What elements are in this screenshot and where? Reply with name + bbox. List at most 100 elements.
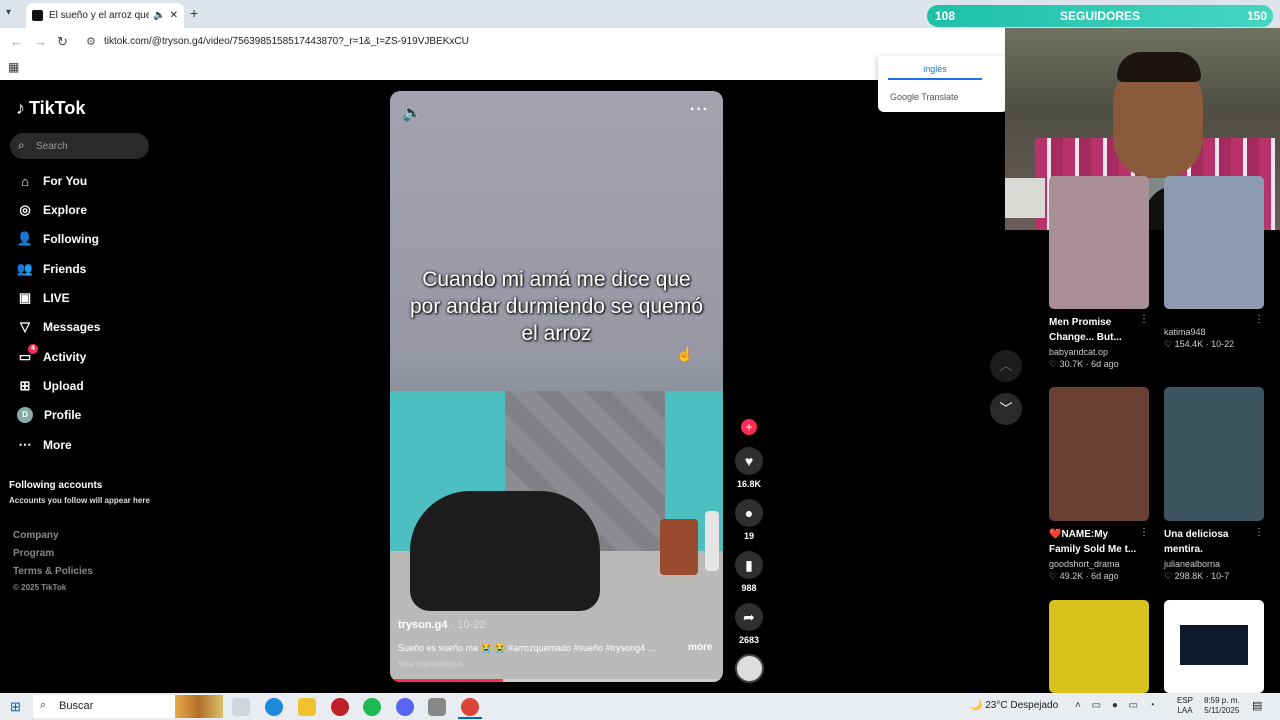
home-icon: ⌂ — [21, 173, 29, 189]
tiktok-note-icon: ♪ — [16, 98, 25, 118]
related-video-card[interactable]: ⋮ Men Promise Change... But... babyandca… — [1049, 176, 1153, 370]
sidebar-item-friends[interactable]: 👥 Friends — [16, 258, 156, 280]
browser-tab[interactable]: El sueño y el arroz quemado 🔈 ✕ — [26, 3, 184, 28]
previous-video-button[interactable]: ︿ — [990, 350, 1022, 382]
chrome-icon[interactable] — [461, 698, 479, 716]
footer-link-company[interactable]: Company — [13, 530, 59, 541]
save-button[interactable]: ▮ 988 — [735, 551, 763, 593]
spotify-icon[interactable] — [363, 698, 381, 716]
related-thumbnail[interactable] — [1164, 600, 1264, 693]
next-video-button[interactable]: ﹀ — [990, 393, 1022, 425]
new-tab-button[interactable]: + — [190, 5, 198, 21]
card-more-icon[interactable]: ⋮ — [1254, 314, 1264, 325]
tiktok-logo[interactable]: ♪ TikTok — [16, 98, 85, 119]
search-input[interactable] — [36, 137, 146, 155]
comment-button[interactable]: ● 19 — [735, 499, 763, 541]
sidebar-item-live[interactable]: ▣ LIVE — [16, 287, 156, 309]
site-info-icon[interactable]: ⚙ — [86, 35, 96, 48]
apps-grid-icon[interactable]: ▦ — [8, 60, 19, 74]
app-icon[interactable] — [428, 698, 446, 716]
related-video-card[interactable]: ⋮ ❤️NAME:My Family Sold Me t... goodshor… — [1049, 387, 1153, 582]
sidebar-item-messages[interactable]: ▽ Messages — [16, 316, 156, 338]
related-video-card[interactable]: ⋮ katima948 ♡ 154.4K · 10-22 — [1164, 176, 1268, 350]
messages-icon: ▽ — [20, 319, 30, 334]
video-caption: Cuando mi amá me dice que por andar durm… — [410, 268, 704, 345]
system-tray-icons[interactable]: ˄ ▭ ● ▭ ◔ — [1075, 700, 1159, 711]
related-thumbnail[interactable] — [1049, 600, 1149, 693]
footer-link-terms[interactable]: Terms & Policies — [13, 566, 93, 577]
related-thumbnail[interactable] — [1049, 387, 1149, 521]
friends-icon: 👥 — [16, 261, 34, 276]
search-box[interactable]: ⌕ — [10, 133, 149, 159]
like-button[interactable]: ♥ 16.8K — [735, 447, 763, 489]
sidebar-item-label: Following — [43, 232, 99, 246]
sidebar-item-label: Upload — [43, 379, 84, 393]
tab-search-icon[interactable]: ▾ — [6, 7, 11, 18]
related-thumbnail[interactable] — [1164, 176, 1264, 309]
task-view-icon[interactable] — [232, 698, 250, 716]
share-button[interactable]: ➦ 2683 — [735, 603, 763, 645]
sidebar-item-activity[interactable]: ▭ 4 Activity — [16, 344, 156, 368]
video-author[interactable]: tryson.g4 · 10-22 — [398, 619, 485, 631]
related-author[interactable]: julianealborna — [1164, 559, 1268, 569]
related-video-card[interactable] — [1164, 600, 1268, 693]
search-highlight-image — [175, 695, 223, 718]
sidebar-item-profile[interactable]: D Profile — [16, 404, 156, 426]
footer-link-program[interactable]: Program — [13, 548, 54, 559]
forward-icon[interactable]: → — [34, 34, 47, 49]
sidebar-item-explore[interactable]: ◎ Explore — [16, 199, 156, 221]
follower-goal-count: 150 — [1246, 9, 1267, 23]
video-progress-bar[interactable] — [390, 679, 723, 682]
author-name[interactable]: tryson.g4 — [398, 619, 448, 631]
back-icon[interactable]: ← — [10, 34, 23, 49]
reload-icon[interactable]: ↻ — [57, 34, 68, 50]
taskbar-search[interactable]: ⌕ Buscar — [33, 695, 223, 718]
upload-icon: ⊞ — [19, 378, 31, 393]
related-author[interactable]: babyandcat.op — [1049, 347, 1153, 357]
card-more-icon[interactable]: ⋮ — [1254, 527, 1264, 538]
see-translation-link[interactable]: See translation — [398, 659, 463, 669]
video-description: Sueño es sueño ma 😭 😭 #arrozquemado #sue… — [398, 643, 656, 653]
notifications-icon[interactable]: ▤ — [1252, 699, 1262, 712]
related-video-card[interactable]: ⋮ Una deliciosa mentira. julianealborna … — [1164, 387, 1268, 582]
sidebar-item-following[interactable]: 👤 Following — [16, 228, 156, 250]
taskbar-clock[interactable]: 8:59 p. m. 5/11/2025 — [1204, 696, 1240, 716]
edge-icon[interactable] — [265, 698, 283, 716]
card-more-icon[interactable]: ⋮ — [1139, 314, 1149, 325]
speaker-icon[interactable]: 🔈 — [153, 10, 165, 21]
description-more-button[interactable]: more — [688, 642, 712, 653]
related-title: Una deliciosa mentira. — [1164, 529, 1229, 555]
sidebar-item-label: Profile — [44, 408, 82, 422]
volume-icon[interactable]: 🔈 — [402, 103, 422, 123]
url-text[interactable]: tiktok.com/@tryson.g4/video/756398515851… — [104, 36, 469, 47]
follow-plus-button[interactable]: + — [741, 419, 757, 435]
language-indicator[interactable]: ESP LAA — [1177, 696, 1193, 716]
weather-widget[interactable]: 🌙 23°C Despejado — [970, 700, 1058, 711]
related-thumbnail[interactable] — [1049, 176, 1149, 309]
related-meta: ♡ 298.8K · 10-7 — [1164, 571, 1230, 581]
related-author[interactable]: katima948 — [1164, 327, 1268, 337]
sidebar-item-more[interactable]: ⋯ More — [16, 434, 156, 456]
translate-language-tab[interactable]: inglés — [888, 64, 982, 80]
activity-badge: 4 — [28, 344, 38, 354]
video-player[interactable]: Cuando mi amá me dice que por andar durm… — [390, 91, 723, 682]
music-disc-icon[interactable] — [735, 654, 764, 683]
card-more-icon[interactable]: ⋮ — [1139, 527, 1149, 538]
compass-icon: ◎ — [19, 202, 31, 217]
discord-icon[interactable] — [396, 698, 414, 716]
related-author[interactable]: goodshort_drama — [1049, 559, 1153, 569]
close-tab-icon[interactable]: ✕ — [170, 10, 178, 21]
app-icon[interactable] — [331, 698, 349, 716]
windows-start-icon[interactable]: ⊞ — [10, 699, 21, 715]
related-thumbnail[interactable] — [1164, 387, 1264, 521]
like-count: 16.8K — [736, 479, 762, 489]
save-count: 988 — [741, 583, 757, 593]
footer-copyright: © 2025 TikTok — [13, 583, 67, 592]
video-more-options-icon[interactable]: ··· — [690, 101, 709, 119]
live-icon: ▣ — [18, 290, 32, 305]
sidebar-item-upload[interactable]: ⊞ Upload — [16, 375, 156, 397]
related-video-card[interactable] — [1049, 600, 1153, 693]
heart-icon: ♥ — [735, 447, 763, 475]
sidebar-item-for-you[interactable]: ⌂ For You — [16, 170, 156, 192]
file-explorer-icon[interactable] — [298, 698, 316, 716]
